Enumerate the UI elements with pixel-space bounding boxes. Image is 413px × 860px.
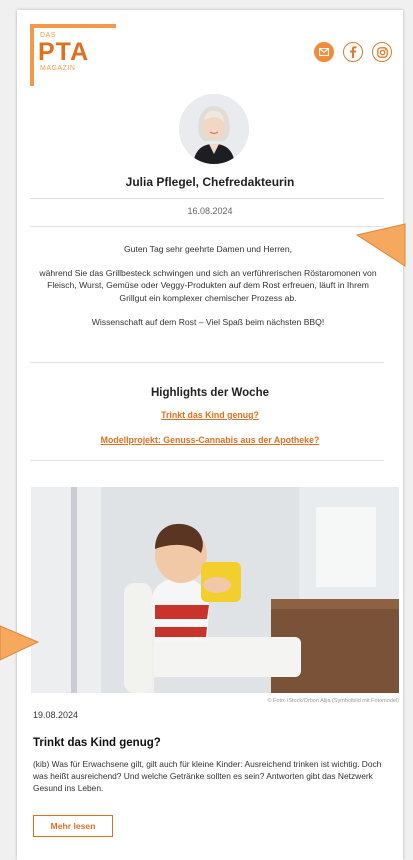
article-title[interactable]: Trinkt das Kind genug? [33,737,161,749]
editorial-intro: Guten Tag sehr geehrte Damen und Herren,… [35,243,381,340]
pta-magazin-logo[interactable]: DAS PTA MAGAZIN [30,24,116,86]
newsletter-frame: DAS PTA MAGAZIN Julia Pflegel, Chefredak… [17,10,403,860]
divider [30,226,384,227]
intro-greeting: Guten Tag sehr geehrte Damen und Herren, [124,244,292,254]
callout-arrow-left [0,625,40,661]
read-more-button[interactable]: Mehr lesen [33,815,113,837]
mail-icon[interactable] [314,42,334,62]
highlight-link-1[interactable]: Trinkt das Kind genug? [17,410,403,420]
instagram-icon[interactable] [372,42,392,62]
callout-arrow-right [355,223,406,267]
logo-magazin-text: MAGAZIN [40,65,76,72]
editor-name: Julia Pflegel, Chefredakteurin [125,175,295,189]
divider [30,460,384,461]
social-links [314,42,392,62]
highlights-title: Highlights der Woche [151,387,269,399]
editor-avatar [179,94,249,164]
divider [30,198,384,199]
article-photo[interactable] [31,487,399,693]
editorial-date: 16.08.2024 [187,206,233,216]
article-date: 19.08.2024 [33,710,79,720]
photo-credit: © Foto: iStock/Orbon Alija (Symbolbild m… [267,698,399,704]
intro-body: während Sie das Grillbesteck schwingen u… [39,268,377,303]
facebook-icon[interactable] [343,42,363,62]
intro-closing: Wissenschaft auf dem Rost – Viel Spaß be… [91,316,325,327]
highlight-link-2[interactable]: Modellprojekt: Genuss-Cannabis aus der A… [17,435,403,445]
article-text: (kib) Was für Erwachsene gilt, gilt auch… [33,759,382,793]
logo-pta-text: PTA [38,38,90,66]
divider [30,362,384,363]
